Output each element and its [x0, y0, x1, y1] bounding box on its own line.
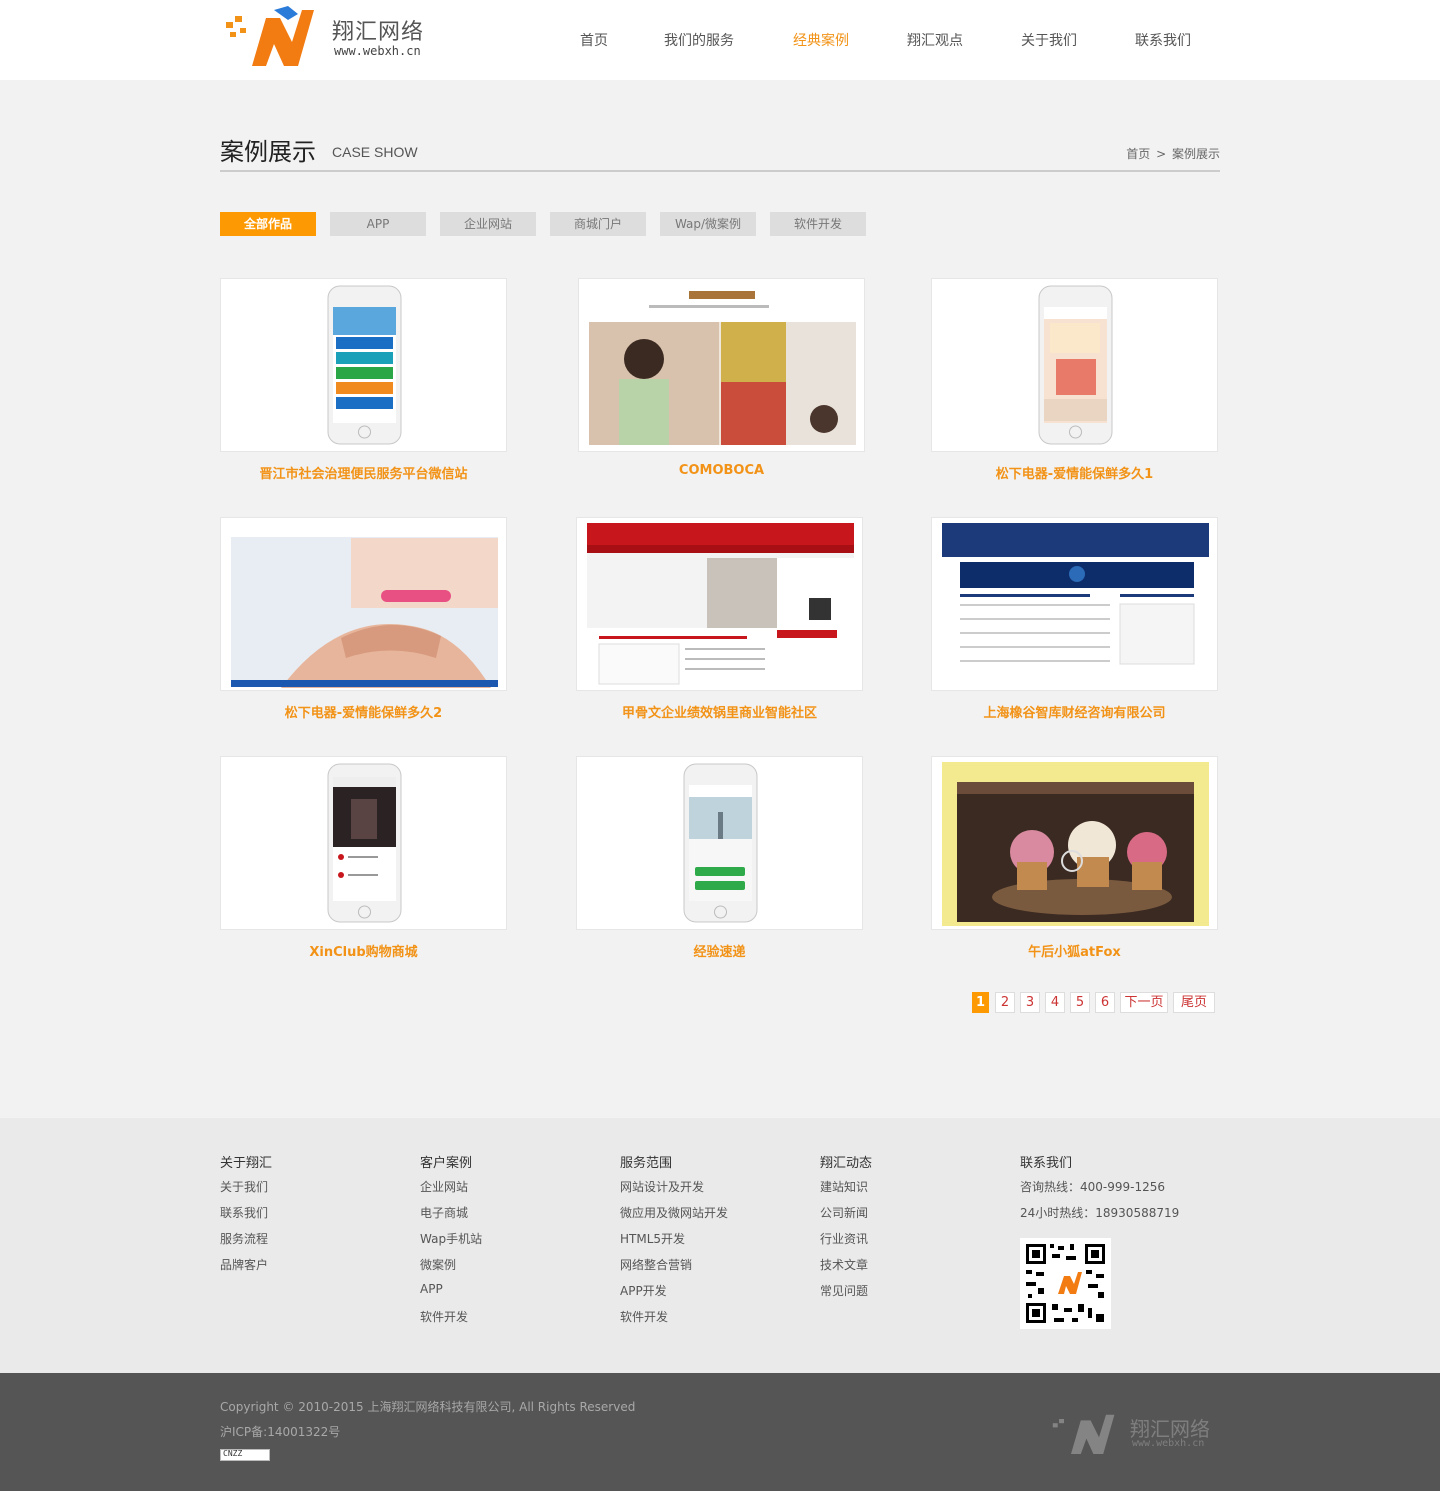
footer-link[interactable]: 网站设计及开发: [620, 1178, 728, 1204]
case-thumbnail[interactable]: [220, 756, 507, 930]
footer-link[interactable]: 行业资讯: [820, 1230, 872, 1256]
footer-link[interactable]: 关于我们: [220, 1178, 272, 1204]
page-3[interactable]: 3: [1020, 992, 1040, 1013]
page-5[interactable]: 5: [1070, 992, 1090, 1013]
logo-title: 翔汇网络: [332, 20, 425, 45]
case-title[interactable]: 甲骨文企业绩效锅里商业智能社区: [576, 702, 863, 721]
case-title[interactable]: COMOBOCA: [578, 463, 865, 478]
last-page-button[interactable]: 尾页: [1173, 992, 1215, 1013]
footer-link[interactable]: 服务流程: [220, 1230, 272, 1256]
filter-wap[interactable]: Wap/微案例: [660, 212, 756, 236]
nav-cases[interactable]: 经典案例: [793, 30, 849, 50]
footer-col-news: 翔汇动态 建站知识 公司新闻 行业资讯 技术文章 常见问题: [820, 1152, 872, 1308]
filter-corporate-site[interactable]: 企业网站: [440, 212, 536, 236]
footer-link[interactable]: HTML5开发: [620, 1230, 728, 1256]
footer-logo-icon: [1052, 1414, 1115, 1454]
logo-icon: [226, 6, 314, 66]
footer-link[interactable]: 微案例: [420, 1256, 482, 1282]
footer-link[interactable]: 公司新闻: [820, 1204, 872, 1230]
case-thumbnail[interactable]: [578, 278, 865, 452]
case-thumbnail[interactable]: [931, 278, 1218, 452]
page-1[interactable]: 1: [972, 992, 989, 1013]
case-title[interactable]: 午后小狐atFox: [931, 941, 1218, 960]
case-thumbnail[interactable]: [931, 517, 1218, 691]
footer-link[interactable]: 建站知识: [820, 1178, 872, 1204]
logo[interactable]: 翔汇网络 www.webxh.cn: [222, 2, 442, 72]
hotline-text: 咨询热线：400-999-1256: [1020, 1180, 1166, 1194]
qr-code: [1020, 1238, 1111, 1329]
copyright-text: Copyright © 2010-2015 上海翔汇网络科技有限公司, All …: [220, 1400, 636, 1414]
filter-app[interactable]: APP: [330, 212, 426, 236]
title-divider: [220, 170, 1220, 172]
footer-logo: 翔汇网络 www.webxh.cn: [1050, 1403, 1230, 1463]
page-6[interactable]: 6: [1095, 992, 1115, 1013]
footer-link[interactable]: 企业网站: [420, 1178, 482, 1204]
case-thumbnail[interactable]: [931, 756, 1218, 930]
nav-about[interactable]: 关于我们: [1021, 30, 1077, 50]
footer-link[interactable]: 联系我们: [220, 1204, 272, 1230]
copyright-bar: Copyright © 2010-2015 上海翔汇网络科技有限公司, All …: [0, 1373, 1440, 1491]
logo-url: www.webxh.cn: [334, 44, 421, 58]
case-title[interactable]: 经验速递: [576, 941, 863, 960]
cnzz-label: CNZZ: [223, 1449, 243, 1458]
breadcrumb-current[interactable]: 案例展示: [1172, 147, 1220, 161]
case-title[interactable]: 松下电器-爱情能保鲜多久1: [931, 463, 1218, 482]
footer-col-contact: 联系我们 咨询热线：400-999-1256 24小时热线：1893058871…: [1020, 1152, 1179, 1230]
nav-viewpoints[interactable]: 翔汇观点: [907, 30, 963, 50]
filter-mall-portal[interactable]: 商城门户: [550, 212, 646, 236]
footer-link[interactable]: 网络整合营销: [620, 1256, 728, 1282]
page-2[interactable]: 2: [995, 992, 1015, 1013]
footer-logo-url: www.webxh.cn: [1132, 1438, 1205, 1449]
hotline-24h-text: 24小时热线：18930588719: [1020, 1206, 1180, 1220]
icp-license[interactable]: 沪ICP备:14001322号: [220, 1423, 340, 1440]
footer-heading: 关于翔汇: [220, 1156, 273, 1171]
breadcrumb-home[interactable]: 首页: [1126, 147, 1150, 161]
page-subtitle: CASE SHOW: [332, 144, 418, 160]
page-title: 案例展示: [220, 138, 316, 166]
case-thumbnail[interactable]: [220, 278, 507, 452]
footer-link[interactable]: 技术文章: [820, 1256, 872, 1282]
footer-col-about: 关于翔汇 关于我们 联系我们 服务流程 品牌客户: [220, 1152, 272, 1282]
footer-link[interactable]: APP: [420, 1282, 482, 1308]
breadcrumb-separator: >: [1156, 147, 1167, 161]
footer-heading: 客户案例: [420, 1156, 473, 1171]
footer-link[interactable]: 软件开发: [620, 1308, 728, 1334]
cnzz-badge[interactable]: CNZZ: [220, 1449, 270, 1461]
case-title[interactable]: XinClub购物商城: [220, 941, 507, 960]
site-header: 翔汇网络 www.webxh.cn 首页 我们的服务 经典案例 翔汇观点 关于我…: [0, 0, 1440, 80]
case-thumbnail[interactable]: [576, 517, 863, 691]
footer-link[interactable]: 电子商城: [420, 1204, 482, 1230]
breadcrumb: 首页 > 案例展示: [1126, 145, 1220, 162]
case-title[interactable]: 晋江市社会治理便民服务平台微信站: [220, 463, 507, 482]
nav-home[interactable]: 首页: [580, 30, 608, 50]
filter-software[interactable]: 软件开发: [770, 212, 866, 236]
footer-heading: 服务范围: [620, 1156, 673, 1171]
case-thumbnail[interactable]: [220, 517, 507, 691]
case-title[interactable]: 上海橡谷智库财经咨询有限公司: [931, 702, 1218, 721]
footer-heading: 联系我们: [1020, 1156, 1073, 1171]
nav-contact[interactable]: 联系我们: [1135, 30, 1191, 50]
footer-link[interactable]: 微应用及微网站开发: [620, 1204, 728, 1230]
footer-heading: 翔汇动态: [820, 1156, 873, 1171]
next-page-button[interactable]: 下一页: [1120, 992, 1168, 1013]
site-footer: 关于翔汇 关于我们 联系我们 服务流程 品牌客户 客户案例 企业网站 电子商城 …: [0, 1118, 1440, 1373]
case-thumbnail[interactable]: [576, 756, 863, 930]
nav-services[interactable]: 我们的服务: [664, 30, 734, 50]
footer-link[interactable]: APP开发: [620, 1282, 728, 1308]
footer-col-services: 服务范围 网站设计及开发 微应用及微网站开发 HTML5开发 网络整合营销 AP…: [620, 1152, 728, 1334]
case-title[interactable]: 松下电器-爱情能保鲜多久2: [220, 702, 507, 721]
footer-link[interactable]: 品牌客户: [220, 1256, 272, 1282]
page-4[interactable]: 4: [1045, 992, 1065, 1013]
footer-link[interactable]: 常见问题: [820, 1282, 872, 1308]
footer-col-cases: 客户案例 企业网站 电子商城 Wap手机站 微案例 APP 软件开发: [420, 1152, 482, 1334]
filter-all[interactable]: 全部作品: [220, 212, 316, 236]
footer-link[interactable]: 软件开发: [420, 1308, 482, 1334]
footer-link[interactable]: Wap手机站: [420, 1230, 482, 1256]
